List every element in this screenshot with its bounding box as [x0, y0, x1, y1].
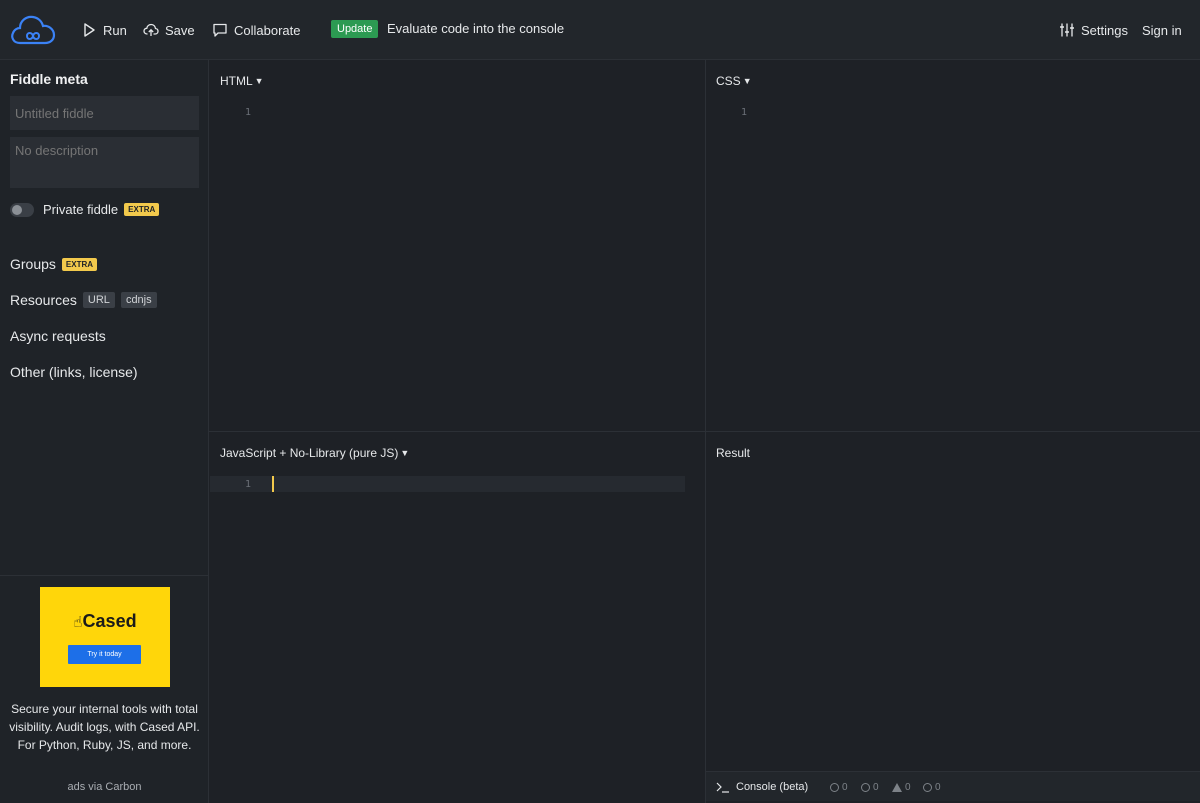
log-icon [861, 783, 870, 792]
console-label: Console (beta) [736, 781, 809, 793]
sliders-icon [1060, 23, 1074, 37]
result-panel-title: Result [716, 446, 751, 460]
private-fiddle-row[interactable]: Private fiddle EXTRA [10, 202, 160, 217]
css-panel-title: CSS [716, 74, 741, 88]
result-panel-header: Result [716, 446, 750, 460]
run-label: Run [103, 22, 127, 38]
resources-label: Resources [10, 292, 77, 308]
console-bar[interactable]: Console (beta) 0 0 0 0 [706, 771, 1200, 801]
console-log-count: 0 [861, 782, 879, 793]
text-cursor [272, 476, 274, 492]
other-section[interactable]: Other (links, license) [10, 364, 138, 380]
resources-url-chip[interactable]: URL [82, 292, 115, 308]
javascript-panel-header[interactable]: JavaScript + No-Library (pure JS) ▼ [220, 446, 409, 460]
update-description: Evaluate code into the console [387, 21, 565, 36]
carbon-ad: ☝Cased Try it today Secure your internal… [0, 575, 209, 803]
info-icon [830, 783, 839, 792]
extra-badge: EXTRA [124, 203, 160, 216]
play-icon [84, 23, 95, 37]
error-icon [923, 783, 932, 792]
css-panel[interactable]: CSS ▼ 1 [706, 60, 1200, 431]
fiddle-title-input[interactable] [10, 96, 199, 130]
groups-label: Groups [10, 256, 56, 272]
sign-in-label: Sign in [1142, 22, 1182, 38]
update-badge[interactable]: Update [331, 20, 379, 38]
console-error-count: 0 [923, 782, 941, 793]
line-number: 1 [741, 107, 748, 118]
top-bar: Run Save Collaborate Update Evaluate cod… [0, 0, 1200, 60]
sign-in-link[interactable]: Sign in [1142, 20, 1182, 40]
async-requests-label: Async requests [10, 328, 106, 344]
resources-cdnjs-chip[interactable]: cdnjs [120, 292, 157, 308]
resources-section[interactable]: Resources URL cdnjs [10, 292, 157, 308]
other-label: Other (links, license) [10, 364, 138, 380]
settings-button[interactable]: Settings [1059, 20, 1128, 40]
private-fiddle-label: Private fiddle [43, 202, 119, 217]
jsfiddle-logo-icon[interactable] [10, 12, 56, 48]
javascript-panel-title: JavaScript + No-Library (pure JS) [220, 446, 399, 460]
caret-down-icon: ▼ [400, 448, 410, 458]
console-info-count: 0 [830, 782, 848, 793]
groups-section[interactable]: Groups EXTRA [10, 256, 98, 272]
css-panel-header[interactable]: CSS ▼ [716, 74, 752, 88]
html-panel[interactable]: HTML ▼ 1 [210, 60, 705, 431]
caret-down-icon: ▼ [254, 76, 264, 86]
run-button[interactable]: Run [81, 20, 127, 40]
active-line-highlight [210, 476, 685, 492]
private-fiddle-toggle[interactable] [10, 202, 34, 217]
settings-label: Settings [1081, 22, 1128, 38]
line-number: 1 [245, 107, 252, 118]
async-requests-section[interactable]: Async requests [10, 328, 106, 344]
collaborate-button[interactable]: Collaborate [212, 20, 301, 40]
extra-badge: EXTRA [61, 257, 98, 271]
ads-via-carbon-link[interactable]: ads via Carbon [0, 781, 209, 793]
line-number: 1 [245, 479, 252, 490]
ad-cta-button[interactable]: Try it today [68, 645, 141, 664]
console-warning-count: 0 [892, 782, 911, 793]
caret-down-icon: ▼ [742, 76, 752, 86]
chat-bubble-icon [213, 23, 227, 37]
ad-image[interactable]: ☝Cased Try it today [40, 587, 170, 687]
warning-icon [892, 783, 902, 792]
save-button[interactable]: Save [143, 20, 195, 40]
html-panel-title: HTML [220, 74, 253, 88]
terminal-icon [716, 782, 729, 793]
result-panel[interactable]: Result [706, 432, 1200, 771]
collaborate-label: Collaborate [234, 22, 301, 38]
fiddle-description-input[interactable] [10, 137, 199, 188]
hand-icon: ☝ [73, 614, 83, 631]
ad-brand-logo: ☝Cased [73, 611, 137, 631]
save-label: Save [165, 22, 195, 38]
html-panel-header[interactable]: HTML ▼ [220, 74, 264, 88]
fiddle-meta-title: Fiddle meta [10, 71, 88, 87]
console-toggle[interactable]: Console (beta) [716, 781, 808, 793]
cloud-upload-icon [143, 23, 159, 36]
horizontal-divider[interactable] [209, 431, 1200, 432]
sidebar: Fiddle meta Private fiddle EXTRA Groups … [0, 60, 209, 803]
ad-text[interactable]: Secure your internal tools with total vi… [6, 700, 203, 754]
